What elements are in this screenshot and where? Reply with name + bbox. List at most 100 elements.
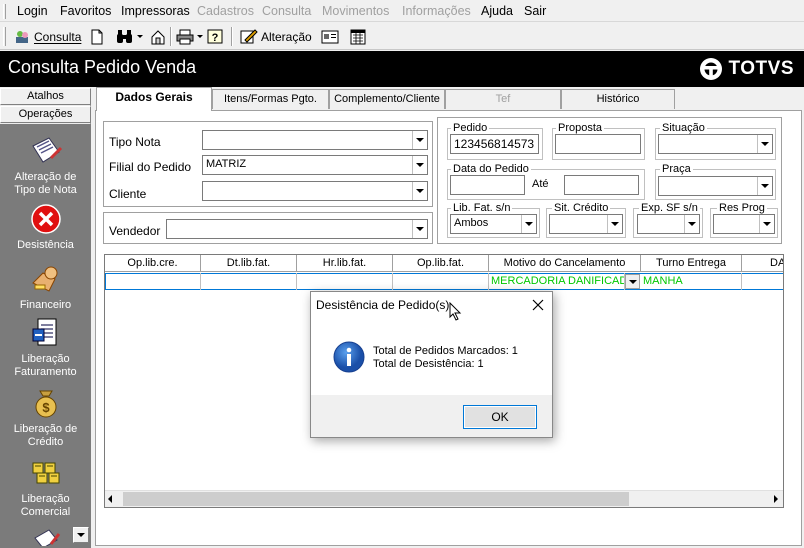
sidebar-item-financeiro[interactable]: Financeiro xyxy=(0,262,91,312)
chevron-down-icon[interactable] xyxy=(684,215,699,233)
print-button[interactable] xyxy=(176,26,203,47)
lib-fat-select[interactable]: Ambos xyxy=(450,214,537,234)
grid-horizontal-scrollbar[interactable] xyxy=(105,490,783,507)
toolbar-separator xyxy=(231,27,233,46)
home-button[interactable] xyxy=(150,26,167,47)
tab-itens-formas-pgto[interactable]: Itens/Formas Pgto. xyxy=(212,89,329,109)
grid-header-turno-entrega[interactable]: Turno Entrega xyxy=(641,255,742,272)
grid-cell[interactable] xyxy=(201,273,297,290)
dialog-title: Desistência de Pedido(s) xyxy=(316,298,450,312)
tab-complemento-cliente[interactable]: Complemento/Cliente xyxy=(329,89,445,109)
sidebar-item-liberacao-credito[interactable]: $ Liberação de Crédito xyxy=(0,386,91,449)
exp-sf-select[interactable] xyxy=(637,214,700,234)
tipo-nota-select[interactable] xyxy=(202,130,428,150)
find-dropdown-icon[interactable] xyxy=(137,35,143,38)
situacao-select[interactable] xyxy=(658,134,773,154)
menu-ajuda[interactable]: Ajuda xyxy=(481,4,513,18)
scroll-right-icon[interactable] xyxy=(774,495,778,503)
menu-movimentos: Movimentos xyxy=(322,4,390,18)
lib-fat-label: Lib. Fat. s/n xyxy=(451,202,513,214)
situacao-label: Situação xyxy=(660,122,707,134)
find-button[interactable] xyxy=(116,26,143,47)
tab-historico[interactable]: Histórico xyxy=(561,89,675,109)
chevron-down-icon[interactable] xyxy=(607,215,622,233)
cliente-select[interactable] xyxy=(202,181,428,201)
filial-select[interactable]: MATRIZ xyxy=(202,155,428,175)
alteracao-button[interactable]: Alteração xyxy=(240,26,312,47)
total-desistencia-text: Total de Desistência: 1 xyxy=(373,358,484,370)
chevron-down-icon[interactable] xyxy=(521,215,536,233)
menu-informacoes: Informações xyxy=(402,4,471,18)
praca-select[interactable] xyxy=(658,176,773,196)
svg-text:$: $ xyxy=(42,400,50,415)
grid-header-motivo-cancelamento[interactable]: Motivo do Cancelamento xyxy=(489,255,641,272)
scroll-left-icon[interactable] xyxy=(108,495,112,503)
grid-cell[interactable] xyxy=(393,273,489,290)
totvs-logo-icon xyxy=(699,58,722,80)
proposta-input[interactable] xyxy=(555,134,641,154)
grid-header-op-lib-cre[interactable]: Op.lib.cre. xyxy=(105,255,201,272)
chevron-down-icon[interactable] xyxy=(412,156,427,174)
grid-cell[interactable] xyxy=(105,273,201,290)
window-title: Consulta Pedido Venda xyxy=(8,57,197,77)
chevron-down-icon[interactable] xyxy=(412,182,427,200)
menu-login[interactable]: Login xyxy=(17,4,48,18)
new-document-button[interactable] xyxy=(90,26,104,47)
data-pedido-fim-input[interactable] xyxy=(564,175,639,195)
scrollbar-thumb[interactable] xyxy=(123,492,629,506)
help-button[interactable]: ? xyxy=(207,26,224,47)
close-icon[interactable] xyxy=(532,299,544,311)
chevron-down-icon[interactable] xyxy=(757,135,772,153)
menu-impressoras[interactable]: Impressoras xyxy=(121,4,190,18)
sidebar-item-label: Liberação xyxy=(21,353,70,365)
grid-header-da[interactable]: DA xyxy=(742,255,783,272)
grid-header-dt-lib-fat[interactable]: Dt.lib.fat. xyxy=(201,255,297,272)
sidebar-item-liberacao-comercial[interactable]: Liberação Comercial xyxy=(0,456,91,519)
chevron-down-icon[interactable] xyxy=(757,177,772,195)
operacoes-button[interactable]: Operações xyxy=(0,106,91,123)
card-button[interactable] xyxy=(321,26,339,47)
chevron-down-icon[interactable] xyxy=(412,131,427,149)
brand-logo: TOTVS xyxy=(699,57,795,81)
grid-header-hr-lib-fat[interactable]: Hr.lib.fat. xyxy=(297,255,393,272)
sidebar-item-liberacao-faturamento[interactable]: Liberação Faturamento xyxy=(0,316,91,379)
toolbar-separator xyxy=(170,27,172,46)
sidebar-item-alteracao-tipo-nota[interactable]: Alteração de Tipo de Nota xyxy=(0,134,91,197)
ok-button[interactable]: OK xyxy=(463,405,537,429)
vendedor-select[interactable] xyxy=(166,219,428,239)
menu-sair[interactable]: Sair xyxy=(524,4,546,18)
window-title-bar: Consulta Pedido Venda TOTVS xyxy=(0,51,804,87)
pen-document-icon xyxy=(33,529,60,548)
chevron-down-icon[interactable] xyxy=(412,220,427,238)
grid-cell[interactable] xyxy=(742,273,783,290)
consulta-button[interactable]: Consulta xyxy=(14,26,81,47)
res-prog-select[interactable] xyxy=(713,214,775,234)
print-dropdown-icon[interactable] xyxy=(197,35,203,38)
data-pedido-inicio-input[interactable] xyxy=(450,175,525,195)
menu-favoritos[interactable]: Favoritos xyxy=(60,4,111,18)
grid-cell-turno[interactable]: MANHA xyxy=(641,273,742,290)
sit-credito-select[interactable] xyxy=(549,214,623,234)
toolbar: Consulta ? Alteração xyxy=(0,23,804,50)
sidebar-item-label: Financeiro xyxy=(19,299,72,311)
atalhos-button[interactable]: Atalhos xyxy=(0,88,91,105)
grid-header-op-lib-fat[interactable]: Op.lib.fat. xyxy=(393,255,489,272)
printer-icon xyxy=(176,29,194,44)
chevron-down-icon xyxy=(77,533,85,537)
calendar-button[interactable] xyxy=(350,26,366,47)
sidebar-item-desistencia[interactable]: Desistência xyxy=(0,202,91,252)
grid-cell-motivo[interactable]: MERCADORIA DANIFICADA xyxy=(489,273,625,290)
chevron-down-icon[interactable] xyxy=(759,215,774,233)
tab-tef: Tef xyxy=(445,89,561,109)
consulta-icon xyxy=(16,31,28,43)
grid-cell[interactable] xyxy=(297,273,393,290)
pedido-input[interactable]: 123456814573 xyxy=(450,134,539,154)
menu-cadastros: Cadastros xyxy=(197,4,254,18)
sidebar-scroll-down-button[interactable] xyxy=(73,527,89,543)
sit-credito-label: Sit. Crédito xyxy=(552,202,611,214)
motivo-dropdown-button[interactable] xyxy=(625,274,640,289)
id-card-icon xyxy=(321,30,339,43)
tab-dados-gerais[interactable]: Dados Gerais xyxy=(96,87,212,111)
sidebar-item-label: Liberação xyxy=(21,493,70,505)
sidebar-item-label: Tipo de Nota xyxy=(14,184,77,196)
